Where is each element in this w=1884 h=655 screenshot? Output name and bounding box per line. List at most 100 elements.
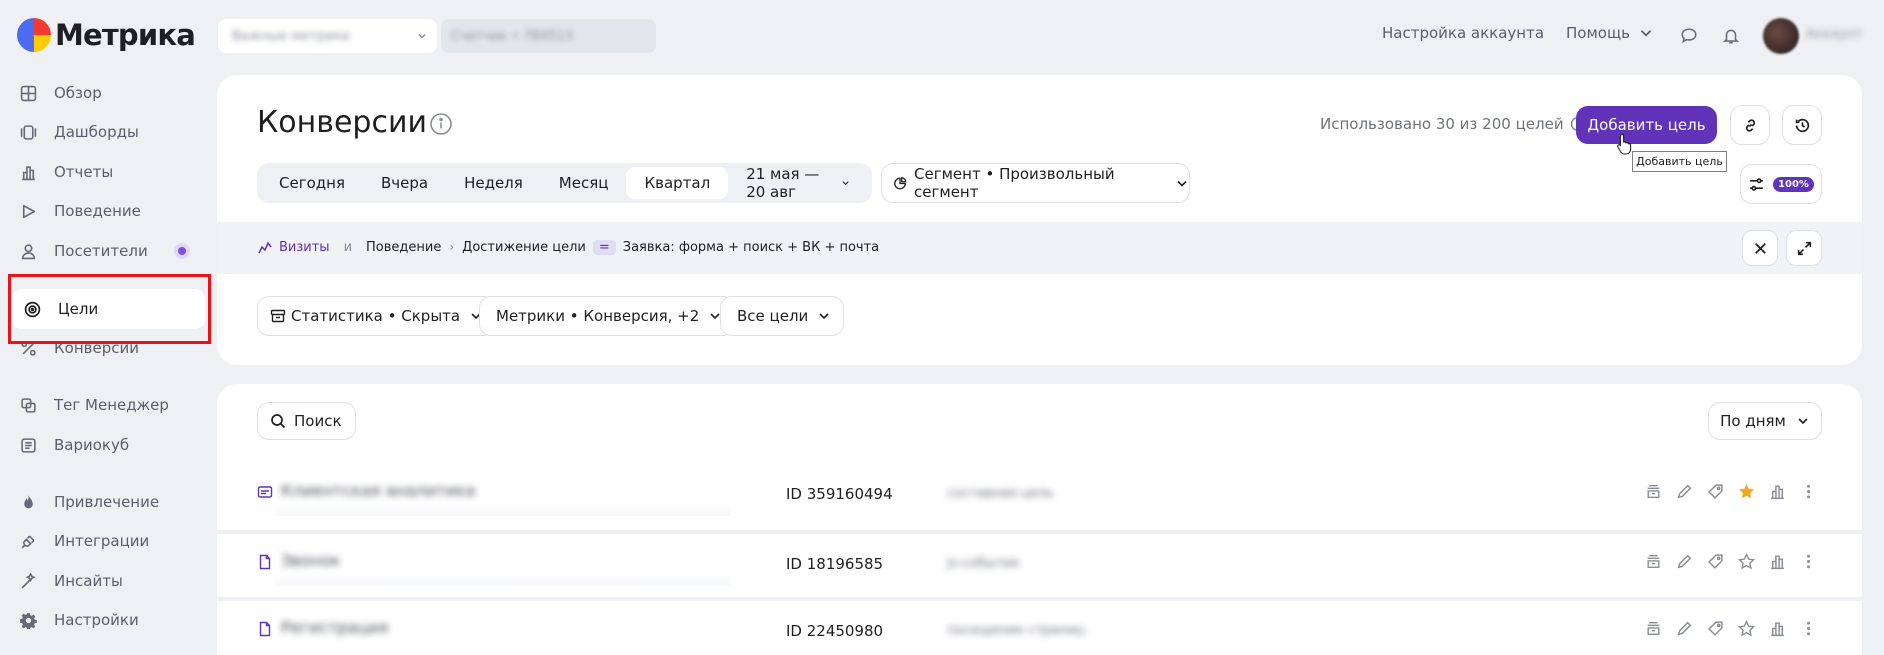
sidebar-item-label: Поведение [54,202,141,220]
goal-type: составная цель [947,486,1054,501]
tag-icon[interactable] [1706,552,1725,571]
edit-icon[interactable] [1675,619,1694,638]
period-month[interactable]: Месяц [541,167,627,199]
visits-filter[interactable]: Визиты [257,239,330,255]
segment-dropdown[interactable]: Сегмент • Произвольный сегмент [881,163,1190,203]
tag-icon[interactable] [1706,482,1725,501]
sampling-badge: 100% [1773,176,1814,192]
statistics-dropdown[interactable]: Статистика • Скрыта [257,296,497,336]
sidebar-item-integrations[interactable]: Интеграции [18,523,206,559]
archive-icon [270,309,286,323]
archive-icon[interactable] [1644,619,1663,638]
chevron-down-icon [819,313,829,320]
table-row[interactable]: Регистрация ID 22450980 посещение страни… [217,597,1862,655]
goals-usage-text: Использовано 30 из 200 целей [1320,115,1564,133]
bar-chart-icon[interactable] [1768,552,1787,571]
star-icon[interactable] [1737,619,1756,638]
sidebar-item-behavior[interactable]: Поведение [18,193,206,229]
sidebar-item-reports[interactable]: Отчеты [18,154,206,190]
period-week[interactable]: Неделя [446,167,541,199]
star-filled-icon[interactable] [1737,482,1756,501]
sidebar-item-acquisition[interactable]: Привлечение [18,484,206,520]
page-visit-icon [257,621,273,637]
avatar[interactable] [1763,18,1799,54]
segment-label: Сегмент • Произвольный сегмент [914,165,1115,201]
row-actions [1644,619,1818,638]
goal-id: ID 22450980 [786,622,884,640]
edit-icon[interactable] [1675,552,1694,571]
history-button[interactable] [1782,105,1822,145]
tag-icon[interactable] [1706,619,1725,638]
archive-icon[interactable] [1644,482,1663,501]
row-fade [275,502,730,516]
sidebar-item-settings[interactable]: Настройки [18,602,206,638]
app-name: Метрика [55,18,196,52]
person-icon [18,241,38,261]
sidebar-item-label: Тег Менеджер [54,396,169,414]
search-button[interactable]: Поиск [257,402,356,440]
sidebar-item-visitors[interactable]: Посетители [18,233,206,269]
wand-icon [18,571,38,591]
filter-crumb-goal[interactable]: Достижение цели [462,240,586,255]
date-range-picker[interactable]: 21 мая — 20 авг [728,165,868,201]
goal-name[interactable]: Клиентская аналитика [281,481,491,501]
goals-filter-dropdown[interactable]: Все цели [720,296,845,336]
sampling-button[interactable]: 100% [1740,164,1822,204]
sidebar-item-overview[interactable]: Обзор [18,75,206,111]
account-settings-link[interactable]: Настройка аккаунта [1382,24,1544,42]
period-yesterday[interactable]: Вчера [363,167,446,199]
grouping-dropdown[interactable]: По дням [1708,402,1822,440]
edit-icon[interactable] [1675,482,1694,501]
sidebar-item-variocube[interactable]: Вариокуб [18,427,206,463]
goals-filter-label: Все цели [737,307,809,325]
counter-selector[interactable]: Важные метрики [218,19,437,53]
js-event-icon [257,554,273,570]
chat-icon[interactable] [1680,27,1698,45]
archive-icon[interactable] [1644,552,1663,571]
sidebar: Метрика Обзор Дашборды Отчеты Поведение … [0,0,212,655]
more-vertical-icon[interactable] [1799,552,1818,571]
dashboard-icon [18,122,38,142]
star-icon[interactable] [1737,552,1756,571]
link-icon [1745,118,1755,132]
bar-chart-icon [18,162,38,182]
play-icon [18,201,38,221]
chevron-down-icon [842,181,849,186]
filter-value[interactable]: Заявка: форма + поиск + ВК + почта [623,240,879,255]
info-icon[interactable] [429,112,453,136]
table-row[interactable]: Клиентская аналитика ID 359160494 состав… [217,464,1862,524]
app-logo[interactable]: Метрика [17,18,196,52]
table-row[interactable]: Звонок ID 18196585 js-событие [217,530,1862,590]
goal-name[interactable]: Звонок [281,551,491,571]
more-vertical-icon[interactable] [1799,482,1818,501]
pie-chart-icon [894,176,907,189]
expand-filter-button[interactable] [1786,230,1822,266]
bar-chart-icon[interactable] [1768,482,1787,501]
add-goal-button[interactable]: Добавить цель [1576,106,1717,144]
filter-breadcrumb: Визиты и Поведение › Достижение цели = З… [257,239,879,255]
row-fade [275,572,730,586]
counter-path[interactable]: Счетчик • 784513 [441,19,656,53]
period-quarter[interactable]: Квартал [626,167,729,199]
sidebar-item-label: Посетители [54,242,148,260]
bell-icon[interactable] [1722,27,1740,45]
metrics-dropdown[interactable]: Метрики • Конверсия, +2 [479,296,736,336]
period-today[interactable]: Сегодня [261,167,363,199]
sidebar-item-label: Вариокуб [54,436,130,454]
sidebar-item-label: Отчеты [54,163,114,181]
help-menu[interactable]: Помощь [1566,24,1654,42]
sidebar-item-insights[interactable]: Инсайты [18,563,206,599]
sidebar-item-tag-manager[interactable]: Тег Менеджер [18,387,206,423]
filter-crumb-behavior[interactable]: Поведение [366,240,441,255]
expand-icon [1797,241,1811,255]
row-actions [1644,482,1818,501]
more-vertical-icon[interactable] [1799,619,1818,638]
sidebar-item-dashboards[interactable]: Дашборды [18,114,206,150]
counter-path-text: Счетчик • 784513 [451,28,573,44]
counter-name: Важные метрики [232,28,350,44]
bar-chart-icon[interactable] [1768,619,1787,638]
copy-link-button[interactable] [1730,105,1770,145]
user-name: Аккаунт [1806,27,1863,42]
goal-name[interactable]: Регистрация [281,618,491,638]
clear-filter-button[interactable] [1742,230,1778,266]
